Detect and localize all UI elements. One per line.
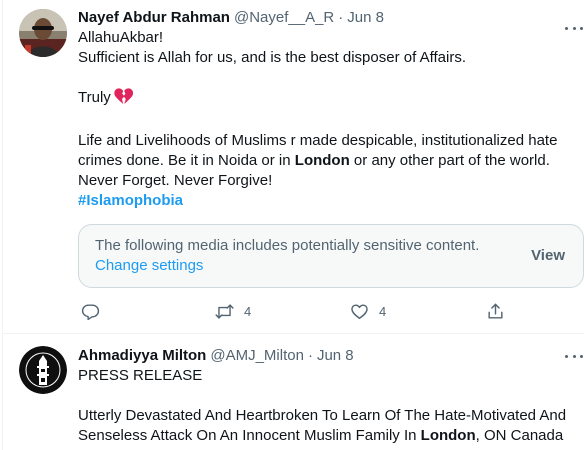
tweet-text: AllahuAkbar! Sufficient is Allah for us,… [78, 28, 584, 211]
tweet[interactable]: Ahmadiyya Milton @AMJ_Milton · Jun 8 PRE… [3, 334, 584, 450]
tweet-line-text: Truly [78, 89, 111, 106]
tweet-line: AllahuAkbar! [78, 29, 164, 46]
more-icon[interactable] [565, 18, 583, 38]
tweet-line-text: crimes done. Be it in Noida or in [78, 152, 295, 169]
like-button[interactable]: 4 [350, 300, 386, 322]
tweet-content: Nayef Abdur Rahman @Nayef__A_R · Jun 8 A… [78, 8, 584, 211]
change-settings-link[interactable]: Change settings [95, 256, 203, 276]
tweet-line-text: , ON Canada [475, 427, 564, 444]
broken-heart-icon [114, 88, 133, 111]
highlight-keyword: London [294, 152, 350, 169]
tweet-line: PRESS RELEASE [78, 367, 203, 384]
highlight-keyword: London [420, 427, 476, 444]
tweet-line: #Islamophobia [78, 191, 584, 211]
tweet-header: Ahmadiyya Milton @AMJ_Milton · Jun 8 [78, 346, 584, 366]
retweet-button[interactable]: 4 [215, 300, 251, 322]
tweet-header: Nayef Abdur Rahman @Nayef__A_R · Jun 8 [78, 8, 584, 28]
tweet[interactable]: Nayef Abdur Rahman @Nayef__A_R · Jun 8 A… [3, 0, 584, 334]
timeline: Nayef Abdur Rahman @Nayef__A_R · Jun 8 A… [2, 0, 584, 450]
reply-button[interactable] [81, 300, 110, 322]
hashtag-link[interactable]: #Islamophobia [78, 192, 183, 209]
tweet-line: Truly [78, 88, 584, 111]
tweet-text: PRESS RELEASE Utterly Devastated And Hea… [78, 366, 584, 446]
author-handle[interactable]: @AMJ_Milton [210, 346, 304, 366]
more-icon[interactable] [565, 346, 583, 366]
avatar[interactable] [19, 9, 67, 57]
like-count: 4 [379, 303, 387, 319]
tweet-actions: 4 4 [78, 300, 518, 322]
tweet-line: Sufficient is Allah for us, and is the b… [78, 49, 466, 66]
reply-icon [81, 303, 100, 320]
tweet-line-text: or any other part of the world. [349, 152, 550, 169]
tweet-line: Senseless Attack On An Innocent Muslim F… [78, 426, 584, 446]
separator: · [307, 347, 313, 364]
author-name[interactable]: Nayef Abdur Rahman [78, 8, 230, 28]
view-button[interactable]: View [531, 246, 565, 266]
author-name[interactable]: Ahmadiyya Milton [78, 346, 206, 366]
sensitive-message: The following media includes potentially… [95, 237, 480, 254]
retweet-count: 4 [244, 303, 252, 319]
tweet-date[interactable]: Jun 8 [347, 8, 384, 28]
share-button[interactable] [486, 300, 505, 322]
tweet-content: Ahmadiyya Milton @AMJ_Milton · Jun 8 PRE… [78, 346, 584, 446]
separator: · [338, 9, 344, 26]
share-icon [488, 303, 503, 319]
sensitive-media-notice: The following media includes potentially… [78, 224, 584, 288]
avatar[interactable] [19, 346, 67, 394]
tweet-line: crimes done. Be it in Noida or in London… [78, 151, 584, 171]
tweet-line: Life and Livelihoods of Muslims r made d… [78, 132, 558, 149]
tweet-date[interactable]: Jun 8 [317, 346, 354, 366]
author-handle[interactable]: @Nayef__A_R [234, 8, 334, 28]
retweet-icon [215, 303, 234, 319]
like-icon [351, 303, 368, 319]
tweet-line: Utterly Devastated And Heartbroken To Le… [78, 407, 567, 424]
tweet-line-text: Senseless Attack On An Innocent Muslim F… [78, 427, 421, 444]
tweet-line: Never Forget. Never Forgive! [78, 172, 273, 189]
